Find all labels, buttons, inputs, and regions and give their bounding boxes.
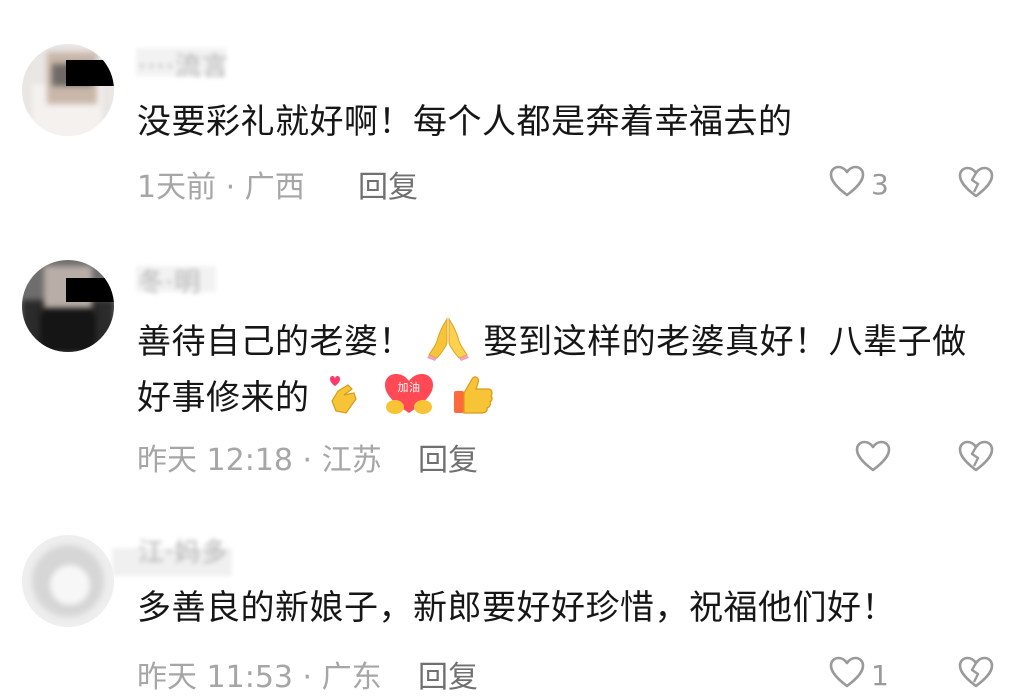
dislike-button[interactable] [958,440,994,476]
reply-button[interactable]: 回复 [418,435,478,479]
praying-hands-emoji [425,315,471,361]
username[interactable]: 冬·明 [138,262,201,299]
broken-heart-outline-icon [958,166,994,202]
like-button[interactable] [855,440,897,479]
thumbs-up-emoji [450,371,496,417]
comment-text: 善待自己的老婆！ 娶到这样的老婆真好！八辈子做好事修来的 加油 [137,314,987,426]
like-count: 3 [871,168,889,201]
heart-outline-icon [829,165,865,204]
avatar[interactable] [22,535,114,627]
jiayou-label: 加油 [398,380,421,394]
heart-outline-icon [829,656,865,695]
comment-text: 没要彩礼就好啊！每个人都是奔着幸福去的 [137,102,793,142]
dislike-button[interactable] [958,166,994,202]
heart-outline-icon [855,440,891,479]
dislike-button[interactable] [958,656,994,692]
like-button[interactable]: 3 [829,165,889,204]
reply-button[interactable]: 回复 [358,162,418,206]
avatar[interactable] [22,44,114,136]
like-button[interactable]: 1 [829,656,889,695]
broken-heart-outline-icon [958,440,994,476]
username[interactable]: 江·妈多 [138,532,228,569]
comment-meta: 昨天 11:53 · 广东 [137,660,382,695]
comment-meta: 1天前 · 广西 [137,170,305,205]
broken-heart-outline-icon [958,656,994,692]
comment-text: 多善良的新娘子，新郎要好好珍惜，祝福他们好！ [137,588,896,628]
avatar[interactable] [22,260,114,352]
reply-button[interactable]: 回复 [418,652,478,696]
comment-meta: 昨天 12:18 · 江苏 [137,443,382,478]
jiayou-heart-emoji: 加油 [381,371,437,417]
finger-heart-emoji [322,371,368,417]
username[interactable]: ····流言 [138,46,229,83]
like-count: 1 [871,659,889,692]
comment-text-part1: 善待自己的老婆！ [137,322,413,362]
